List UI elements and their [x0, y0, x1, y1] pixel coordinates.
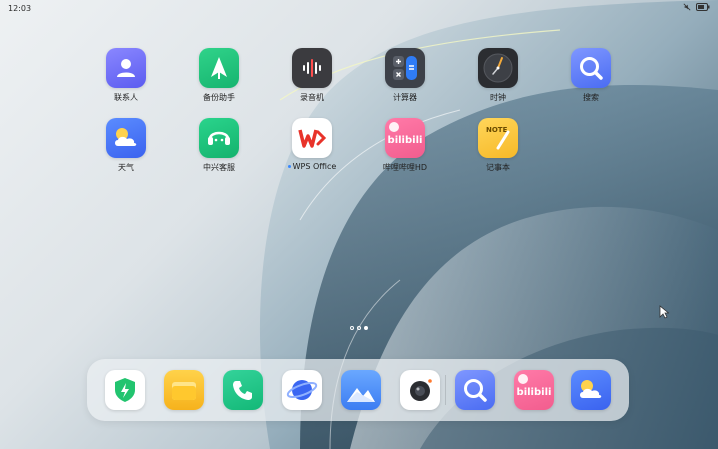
- dock-divider: [445, 375, 446, 405]
- dock-camera[interactable]: [400, 370, 440, 410]
- bilibili-logo-text: bilibili: [388, 135, 423, 146]
- app-weather[interactable]: 天气: [86, 118, 166, 173]
- dock-phone[interactable]: [223, 370, 263, 410]
- app-calculator[interactable]: 计算器: [365, 48, 445, 103]
- app-bilibili-hd[interactable]: bilibili 哔哩哔哩HD: [365, 118, 445, 173]
- page-dot-active[interactable]: [364, 326, 368, 330]
- app-label: 天气: [118, 163, 134, 172]
- file-manager-icon: [164, 370, 204, 410]
- app-label: 哔哩哔哩HD: [382, 163, 428, 172]
- clock-icon: [478, 48, 518, 88]
- dock: bilibili: [87, 359, 629, 421]
- note-badge: NOTE: [486, 126, 508, 134]
- backup-assistant-icon: [199, 48, 239, 88]
- app-label: 备份助手: [203, 93, 235, 102]
- page-dot[interactable]: [350, 326, 354, 330]
- browser-icon: [282, 370, 322, 410]
- app-customer-service[interactable]: 中兴客服: [179, 118, 259, 173]
- customer-service-icon: [199, 118, 239, 158]
- dock-weather[interactable]: [571, 370, 611, 410]
- app-wps-office[interactable]: WPS Office: [272, 118, 352, 171]
- weather-icon: [571, 370, 611, 410]
- notepad-icon: NOTE: [478, 118, 518, 158]
- app-backup-assistant[interactable]: 备份助手: [179, 48, 259, 103]
- calculator-icon: [385, 48, 425, 88]
- phone-icon: [223, 370, 263, 410]
- dock-security[interactable]: [105, 370, 145, 410]
- camera-icon: [400, 370, 440, 410]
- app-label: 记事本: [486, 163, 510, 172]
- app-label-text: WPS Office: [292, 162, 337, 171]
- dock-browser[interactable]: [282, 370, 322, 410]
- app-label: 中兴客服: [203, 163, 235, 172]
- mouse-cursor-icon: [659, 305, 669, 319]
- status-icons: [683, 3, 710, 11]
- gallery-icon: [341, 370, 381, 410]
- app-clock[interactable]: 时钟: [458, 48, 538, 103]
- app-label: 联系人: [114, 93, 138, 102]
- app-contacts[interactable]: 联系人: [86, 48, 166, 103]
- dock-file-manager[interactable]: [164, 370, 204, 410]
- status-bar: 12:03: [0, 0, 718, 18]
- bilibili-logo-text: bilibili: [517, 387, 552, 398]
- mute-icon: [683, 3, 691, 11]
- app-voice-recorder[interactable]: 录音机: [272, 48, 352, 103]
- app-notepad[interactable]: NOTE 记事本: [458, 118, 538, 173]
- page-indicator[interactable]: [350, 326, 368, 330]
- wps-office-icon: [292, 118, 332, 158]
- bilibili-icon: bilibili: [514, 370, 554, 410]
- weather-icon: [106, 118, 146, 158]
- status-time: 12:03: [8, 4, 32, 13]
- app-label: 搜索: [583, 93, 599, 102]
- app-search[interactable]: 搜索: [551, 48, 631, 103]
- contacts-icon: [106, 48, 146, 88]
- app-label: WPS Office: [272, 162, 352, 171]
- page-dot[interactable]: [357, 326, 361, 330]
- voice-recorder-icon: [292, 48, 332, 88]
- security-shield-icon: [105, 370, 145, 410]
- dock-bilibili[interactable]: bilibili: [514, 370, 554, 410]
- search-icon: [455, 370, 495, 410]
- battery-icon: [696, 3, 710, 11]
- app-label: 计算器: [393, 93, 417, 102]
- new-app-dot: [287, 165, 291, 168]
- app-label: 录音机: [300, 93, 324, 102]
- bilibili-hd-icon: bilibili: [385, 118, 425, 158]
- dock-gallery[interactable]: [341, 370, 381, 410]
- dock-search[interactable]: [455, 370, 495, 410]
- search-icon: [571, 48, 611, 88]
- app-label: 时钟: [490, 93, 506, 102]
